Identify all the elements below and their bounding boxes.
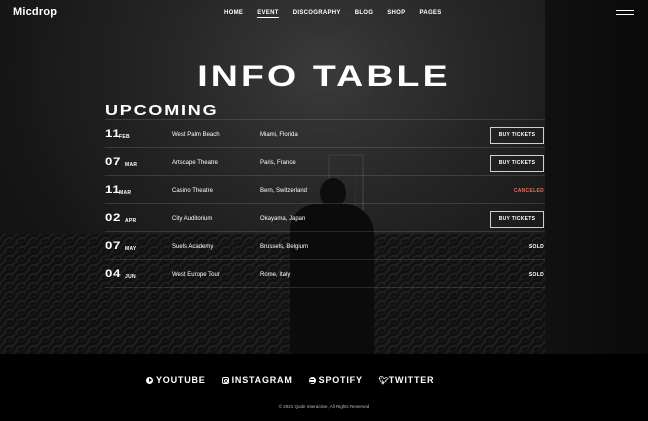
copyright-text: © 2021 Qode Interactive, All Rights Rese… — [278, 404, 370, 409]
event-location: Brussels, Belgium — [260, 244, 309, 250]
event-month: MAR — [119, 190, 132, 196]
canceled-status-badge: CANCELED — [513, 188, 544, 194]
nav-discography[interactable]: DISCOGRAPHY — [293, 9, 341, 18]
event-month: MAR — [125, 162, 138, 168]
spotify-link[interactable]: SPOTIFY — [308, 375, 363, 385]
event-day: 02 — [105, 212, 122, 224]
nav-shop[interactable]: SHOP — [387, 9, 405, 18]
nav-pages[interactable]: PAGES — [419, 9, 441, 18]
events-table: 11 FEB West Palm Beach Miami, Florida BU… — [105, 119, 545, 288]
event-venue: West Europe Tour — [172, 272, 220, 278]
twitter-icon: 🐦︎ — [378, 375, 390, 385]
event-day: 07 — [105, 240, 122, 252]
event-location: Rome, Italy — [260, 272, 291, 278]
nav-blog[interactable]: BLOG — [355, 9, 374, 18]
social-links: YOUTUBE INSTAGRAM SPOTIFY 🐦︎ TWITTER — [146, 375, 450, 385]
social-label: INSTAGRAM — [231, 375, 293, 385]
event-month: APR — [125, 218, 137, 224]
event-location: Miami, Florida — [260, 132, 298, 138]
page-title: INFO TABLE — [197, 60, 451, 93]
nav-event[interactable]: EVENT — [257, 9, 279, 18]
event-day: 04 — [105, 268, 122, 280]
event-month: JUN — [125, 274, 136, 280]
nav-home[interactable]: HOME — [224, 9, 243, 18]
twitter-link[interactable]: 🐦︎ TWITTER — [379, 375, 435, 385]
social-label: SPOTIFY — [318, 375, 363, 385]
buy-tickets-button[interactable]: BUY TICKETS — [490, 127, 544, 144]
event-row: 07 MAY Suels Academy Brussels, Belgium S… — [105, 232, 545, 260]
event-day: 07 — [105, 156, 122, 168]
event-row: 11 FEB West Palm Beach Miami, Florida BU… — [105, 120, 545, 148]
sold-status-badge: SOLD — [528, 272, 544, 278]
youtube-link[interactable]: YOUTUBE — [146, 375, 206, 385]
spotify-icon — [308, 376, 316, 384]
event-row: 04 JUN West Europe Tour Rome, Italy SOLD — [105, 260, 545, 288]
buy-tickets-button[interactable]: BUY TICKETS — [490, 155, 544, 172]
event-month: MAY — [125, 246, 137, 252]
event-venue: Suels Academy — [172, 244, 214, 250]
hamburger-menu-icon[interactable] — [616, 10, 634, 16]
instagram-icon — [221, 376, 229, 384]
social-label: TWITTER — [388, 375, 435, 385]
buy-tickets-button[interactable]: BUY TICKETS — [490, 211, 544, 228]
event-row: 11 MAR Casino Theatre Bern, Switzerland … — [105, 176, 545, 204]
event-row: 07 MAR Artscape Theatre Paris, France BU… — [105, 148, 545, 176]
event-location: Paris, France — [260, 160, 296, 166]
site-logo[interactable]: Micdrop — [13, 6, 57, 18]
social-label: YOUTUBE — [156, 375, 206, 385]
event-venue: City Auditorium — [172, 216, 213, 222]
event-location: Bern, Switzerland — [260, 188, 308, 194]
footer: YOUTUBE INSTAGRAM SPOTIFY 🐦︎ TWITTER © 2… — [0, 354, 648, 421]
event-venue: Artscape Theatre — [172, 160, 218, 166]
event-venue: Casino Theatre — [172, 188, 213, 194]
event-location: Okayama, Japan — [260, 216, 306, 222]
youtube-icon — [146, 376, 153, 384]
section-title: UPCOMING — [105, 102, 219, 119]
event-row: 02 APR City Auditorium Okayama, Japan BU… — [105, 204, 545, 232]
event-month: FEB — [119, 134, 130, 140]
instagram-link[interactable]: INSTAGRAM — [221, 375, 293, 385]
main-nav: HOME EVENT DISCOGRAPHY BLOG SHOP PAGES — [224, 9, 456, 18]
event-venue: West Palm Beach — [172, 132, 220, 138]
sold-status-badge: SOLD — [528, 244, 544, 250]
